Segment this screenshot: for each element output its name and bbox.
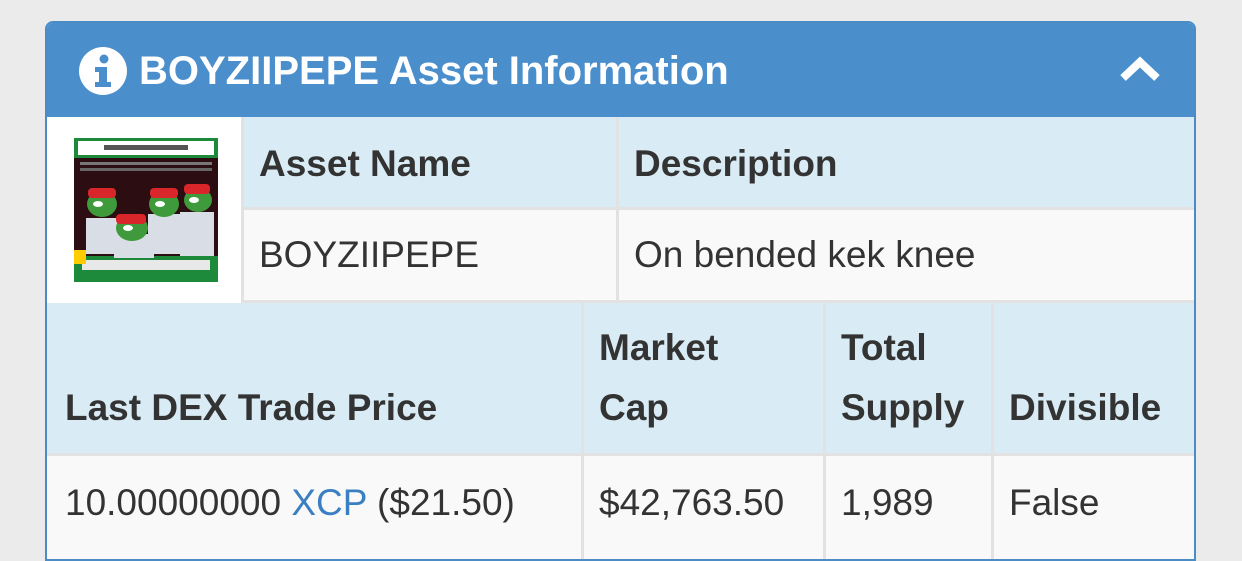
info-circle-icon bbox=[79, 47, 127, 95]
last-price-cell: 10.00000000 XCP ($21.50) bbox=[47, 456, 584, 559]
divisible-cell: False bbox=[994, 456, 1194, 559]
description-cell: On bended kek knee bbox=[619, 210, 1194, 303]
last-price-usd: ($21.50) bbox=[377, 482, 515, 523]
asset-name-header: Asset Name bbox=[244, 117, 619, 210]
market-cap-header-line1: Market bbox=[599, 327, 719, 368]
description-value: On bended kek knee bbox=[634, 234, 976, 275]
last-price-amount: 10.00000000 bbox=[65, 482, 282, 523]
panel-header[interactable]: BOYZIIPEPE Asset Information bbox=[47, 23, 1194, 117]
description-header-label: Description bbox=[634, 143, 838, 184]
last-price-header: Last DEX Trade Price bbox=[47, 303, 584, 456]
description-header: Description bbox=[619, 117, 1194, 210]
asset-info-panel: BOYZIIPEPE Asset Information Asset Name … bbox=[45, 21, 1196, 561]
chevron-up-icon[interactable] bbox=[1120, 56, 1160, 84]
asset-image-cell bbox=[47, 117, 244, 303]
market-cap-value: $42,763.50 bbox=[599, 482, 785, 523]
asset-image[interactable] bbox=[74, 138, 218, 282]
last-price-header-label: Last DEX Trade Price bbox=[65, 387, 438, 428]
divisible-header-label: Divisible bbox=[1009, 387, 1162, 428]
total-supply-cell: 1,989 bbox=[826, 456, 994, 559]
asset-name-cell: BOYZIIPEPE bbox=[244, 210, 619, 303]
total-supply-value: 1,989 bbox=[841, 482, 934, 523]
total-supply-header-line2: Supply bbox=[841, 387, 965, 428]
market-cap-header-line2: Cap bbox=[599, 387, 669, 428]
total-supply-header: Total Supply bbox=[826, 303, 994, 456]
divisible-value: False bbox=[1009, 482, 1100, 523]
divisible-header: Divisible bbox=[994, 303, 1194, 456]
asset-name-header-label: Asset Name bbox=[259, 143, 471, 184]
asset-row: Asset Name Description BOYZIIPEPE On ben… bbox=[47, 117, 1194, 303]
last-price-value: 10.00000000 XCP ($21.50) bbox=[65, 480, 515, 526]
asset-name-value: BOYZIIPEPE bbox=[259, 234, 480, 275]
xcp-link[interactable]: XCP bbox=[291, 482, 366, 523]
panel-title: BOYZIIPEPE Asset Information bbox=[139, 49, 729, 93]
total-supply-header-line1: Total bbox=[841, 327, 927, 368]
market-cap-header: Market Cap bbox=[584, 303, 826, 456]
market-cap-cell: $42,763.50 bbox=[584, 456, 826, 559]
